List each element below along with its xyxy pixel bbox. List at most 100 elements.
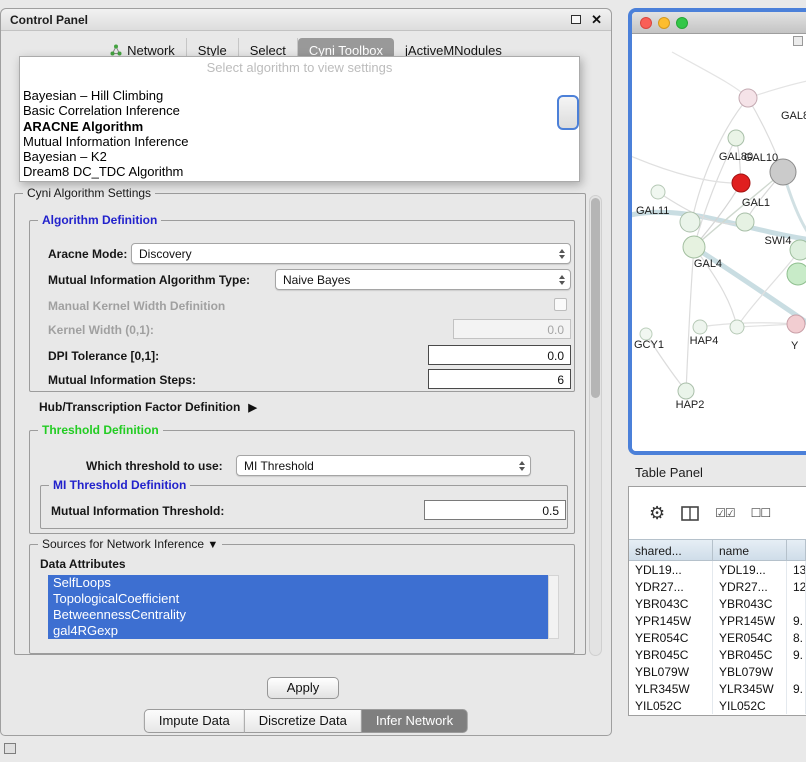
node-label: HAP2	[676, 399, 705, 411]
attribute-item[interactable]: gal4RGexp	[48, 623, 548, 639]
attribute-item[interactable]: SelfLoops	[48, 575, 548, 591]
table-row[interactable]: YPR145W YPR145W 9.	[629, 612, 806, 629]
network-canvas[interactable]: GAL80GAL10GAL11GAL1SWI4GAL4HAP4GCY1HAP2G…	[632, 34, 806, 451]
algorithm-option[interactable]: Dream8 DC_TDC Algorithm	[20, 164, 579, 179]
network-node[interactable]	[787, 263, 806, 285]
table-header: shared... name	[629, 539, 806, 561]
group-title: Sources for Network Inference ▼	[38, 537, 222, 551]
table-row[interactable]: YDR27... YDR27... 12	[629, 578, 806, 595]
tab-infer-network[interactable]: Infer Network	[362, 709, 468, 733]
float-panel-icon[interactable]	[571, 15, 581, 24]
algorithm-definition-group: Algorithm Definition Aracne Mode: Discov…	[29, 220, 575, 392]
network-edge[interactable]	[672, 52, 748, 98]
node-label: GAL11	[636, 205, 669, 217]
data-attributes-label: Data Attributes	[40, 557, 126, 571]
stepper-icon	[519, 461, 530, 471]
algorithm-option[interactable]: Bayesian – K2	[20, 149, 579, 164]
column-header-shared-name[interactable]: shared...	[629, 540, 713, 560]
table-row[interactable]: YBR043C YBR043C	[629, 595, 806, 612]
threshold-definition-group: Threshold Definition Which threshold to …	[29, 430, 575, 534]
algorithm-option[interactable]: Basic Correlation Inference	[20, 103, 579, 118]
columns-icon[interactable]	[681, 506, 699, 521]
aracne-mode-select[interactable]: Discovery	[131, 243, 571, 264]
aracne-mode-value: Discovery	[139, 247, 192, 261]
algorithm-option[interactable]: Mutual Information Inference	[20, 134, 579, 149]
network-node[interactable]	[732, 174, 750, 192]
which-threshold-select[interactable]: MI Threshold	[236, 455, 531, 476]
mi-threshold-definition-group: MI Threshold Definition Mutual Informati…	[40, 485, 568, 529]
attribute-item[interactable]: BetweennessCentrality	[48, 607, 548, 623]
expanded-arrow-icon[interactable]: ▼	[207, 539, 218, 551]
algorithm-option[interactable]: ARACNE Algorithm	[20, 119, 579, 134]
network-node[interactable]	[683, 236, 705, 258]
cell-value	[787, 697, 806, 714]
table-panel-title: Table Panel	[635, 465, 703, 480]
deselect-all-columns-icon[interactable]: ☐☐	[751, 506, 771, 520]
network-node[interactable]	[678, 383, 694, 399]
minimize-window-icon[interactable]	[658, 17, 670, 29]
table-row[interactable]: YBL079W YBL079W	[629, 663, 806, 680]
network-node[interactable]	[736, 213, 754, 231]
dpi-tolerance-label: DPI Tolerance [0,1]:	[48, 349, 159, 363]
settings-scrollbar-thumb[interactable]	[591, 198, 600, 398]
algorithm-option[interactable]: Bayesian – Hill Climbing	[20, 88, 579, 103]
close-panel-icon[interactable]: ✕	[591, 13, 602, 26]
dpi-tolerance-field[interactable]: 0.0	[428, 345, 571, 365]
settings-scrollbar-track[interactable]	[589, 195, 602, 656]
network-node[interactable]	[787, 315, 805, 333]
network-node[interactable]	[790, 240, 806, 260]
table-row[interactable]: YBR045C YBR045C 9.	[629, 646, 806, 663]
table-row[interactable]: YDL19... YDL19... 13	[629, 561, 806, 578]
table-panel: ⚙ ☑☑ ☐☐ shared... name YDL19... YDL19...…	[628, 486, 806, 716]
network-node[interactable]	[739, 89, 757, 107]
attribute-item[interactable]: TopologicalCoefficient	[48, 591, 548, 607]
network-node[interactable]	[728, 130, 744, 146]
network-edge[interactable]	[686, 247, 694, 391]
table-row[interactable]: YIL052C YIL052C	[629, 697, 806, 714]
apply-button[interactable]: Apply	[267, 677, 339, 699]
hub-transcription-factor-section[interactable]: Hub/Transcription Factor Definition ▶	[39, 400, 257, 414]
mi-threshold-field[interactable]: 0.5	[424, 500, 566, 520]
attribute-list-scrollbar[interactable]	[548, 575, 559, 639]
kernel-width-field[interactable]: 0.0	[453, 319, 571, 339]
cell-shared-name: YBL079W	[629, 663, 713, 680]
control-panel-titlebar[interactable]: Control Panel ✕	[1, 9, 611, 31]
group-title: Algorithm Definition	[38, 213, 161, 227]
manual-kernel-checkbox[interactable]	[554, 298, 567, 311]
panel-title: Control Panel	[10, 13, 88, 27]
collapsed-arrow-icon[interactable]: ▶	[248, 401, 256, 414]
restore-panel-icon[interactable]	[4, 743, 16, 754]
stepper-icon	[559, 275, 570, 285]
mi-steps-label: Mutual Information Steps:	[48, 373, 196, 387]
table-row[interactable]: YER054C YER054C 8.	[629, 629, 806, 646]
tab-discretize-data[interactable]: Discretize Data	[245, 709, 362, 733]
cell-name: YIL052C	[713, 697, 787, 714]
cell-name: YBL079W	[713, 663, 787, 680]
network-view-window: GAL80GAL10GAL11GAL1SWI4GAL4HAP4GCY1HAP2G…	[628, 8, 806, 455]
mi-algorithm-type-select[interactable]: Naive Bayes	[275, 269, 571, 290]
table-row[interactable]: YLR345W YLR345W 9.	[629, 680, 806, 697]
network-node[interactable]	[730, 320, 744, 334]
column-header-extra[interactable]	[787, 540, 806, 560]
zoom-window-icon[interactable]	[676, 17, 688, 29]
node-label: GAL8	[781, 110, 806, 122]
focused-spinner-fragment[interactable]	[557, 95, 579, 130]
cell-name: YBR045C	[713, 646, 787, 663]
group-title: Threshold Definition	[38, 423, 163, 437]
column-header-name[interactable]: name	[713, 540, 787, 560]
mi-steps-field[interactable]: 6	[428, 369, 571, 389]
gear-icon[interactable]: ⚙	[649, 503, 665, 524]
node-label: GAL1	[742, 197, 770, 209]
close-window-icon[interactable]	[640, 17, 652, 29]
network-window-titlebar[interactable]	[632, 12, 806, 34]
network-edge[interactable]	[737, 250, 800, 327]
network-graph[interactable]: GAL80GAL10GAL11GAL1SWI4GAL4HAP4GCY1HAP2G…	[632, 34, 806, 451]
network-node[interactable]	[651, 185, 665, 199]
select-all-columns-icon[interactable]: ☑☑	[715, 506, 735, 520]
cell-value: 12	[787, 578, 806, 595]
network-node[interactable]	[693, 320, 707, 334]
tab-impute-data[interactable]: Impute Data	[144, 709, 245, 733]
network-node[interactable]	[680, 212, 700, 232]
cell-shared-name: YDL19...	[629, 561, 713, 578]
cell-value	[787, 663, 806, 680]
